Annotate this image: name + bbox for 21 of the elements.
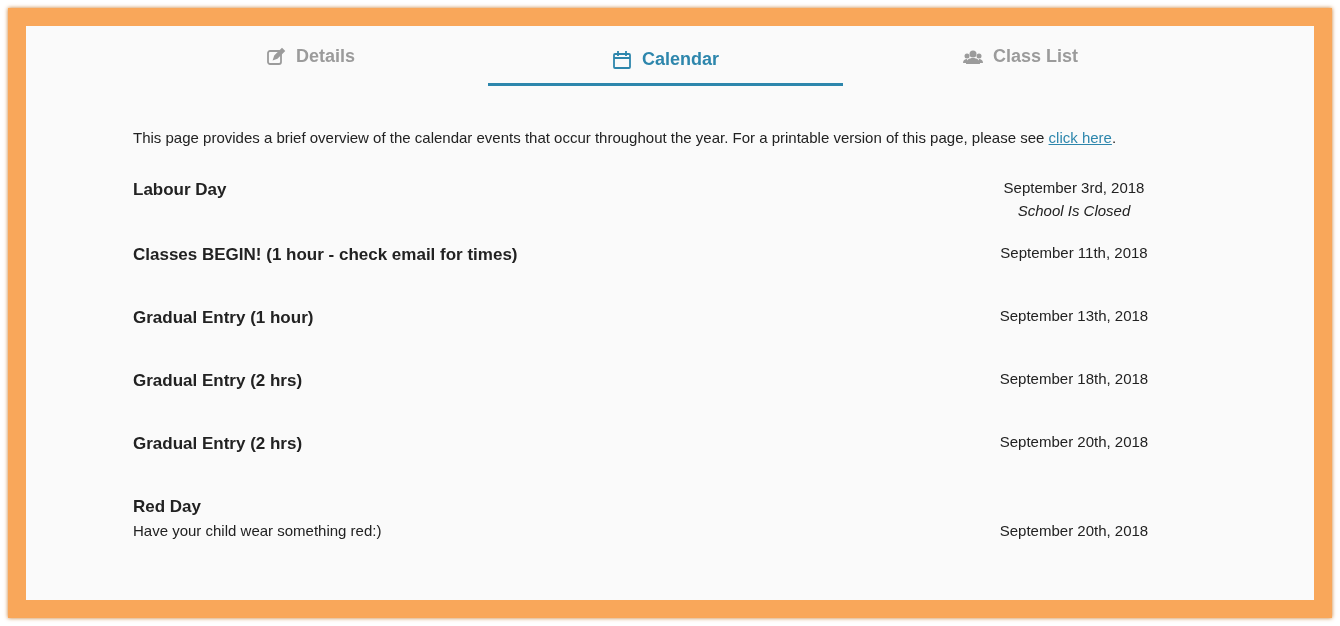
pencil-square-icon	[266, 46, 286, 67]
calendar-icon	[612, 49, 632, 70]
event-title: Gradual Entry (2 hrs)	[133, 433, 303, 455]
tab[interactable]: Class List	[843, 26, 1198, 86]
printable-link[interactable]: click here	[1048, 129, 1112, 146]
event-date: September 3rd, 2018	[1003, 178, 1145, 198]
tab[interactable]: Calendar	[488, 26, 843, 86]
tab[interactable]: Details	[133, 26, 488, 86]
date-note: School Is Closed	[1017, 200, 1131, 221]
event-date: September 20th, 2018	[999, 520, 1149, 541]
event-title: Classes BEGIN! (1 hour - check email for times)	[133, 244, 518, 266]
event-note: Have your child wear something red:)	[133, 520, 382, 541]
event-date: September 11th, 2018	[1000, 243, 1148, 263]
event-title: Red Day	[133, 496, 203, 518]
event-date: September 18th, 2018	[999, 369, 1149, 389]
event-date: September 20th, 2018	[999, 432, 1149, 452]
event-title: Labour Day	[133, 179, 227, 201]
event-title: Gradual Entry (2 hrs)	[133, 370, 303, 392]
intro-paragraph: This page provides a brief overview of the calendar events that occur throughout the year. For a printable version of this page, please see click here.	[133, 128, 1118, 148]
event-date: September 13th, 2018	[999, 306, 1149, 326]
event-title: Gradual Entry (1 hour)	[133, 307, 314, 329]
